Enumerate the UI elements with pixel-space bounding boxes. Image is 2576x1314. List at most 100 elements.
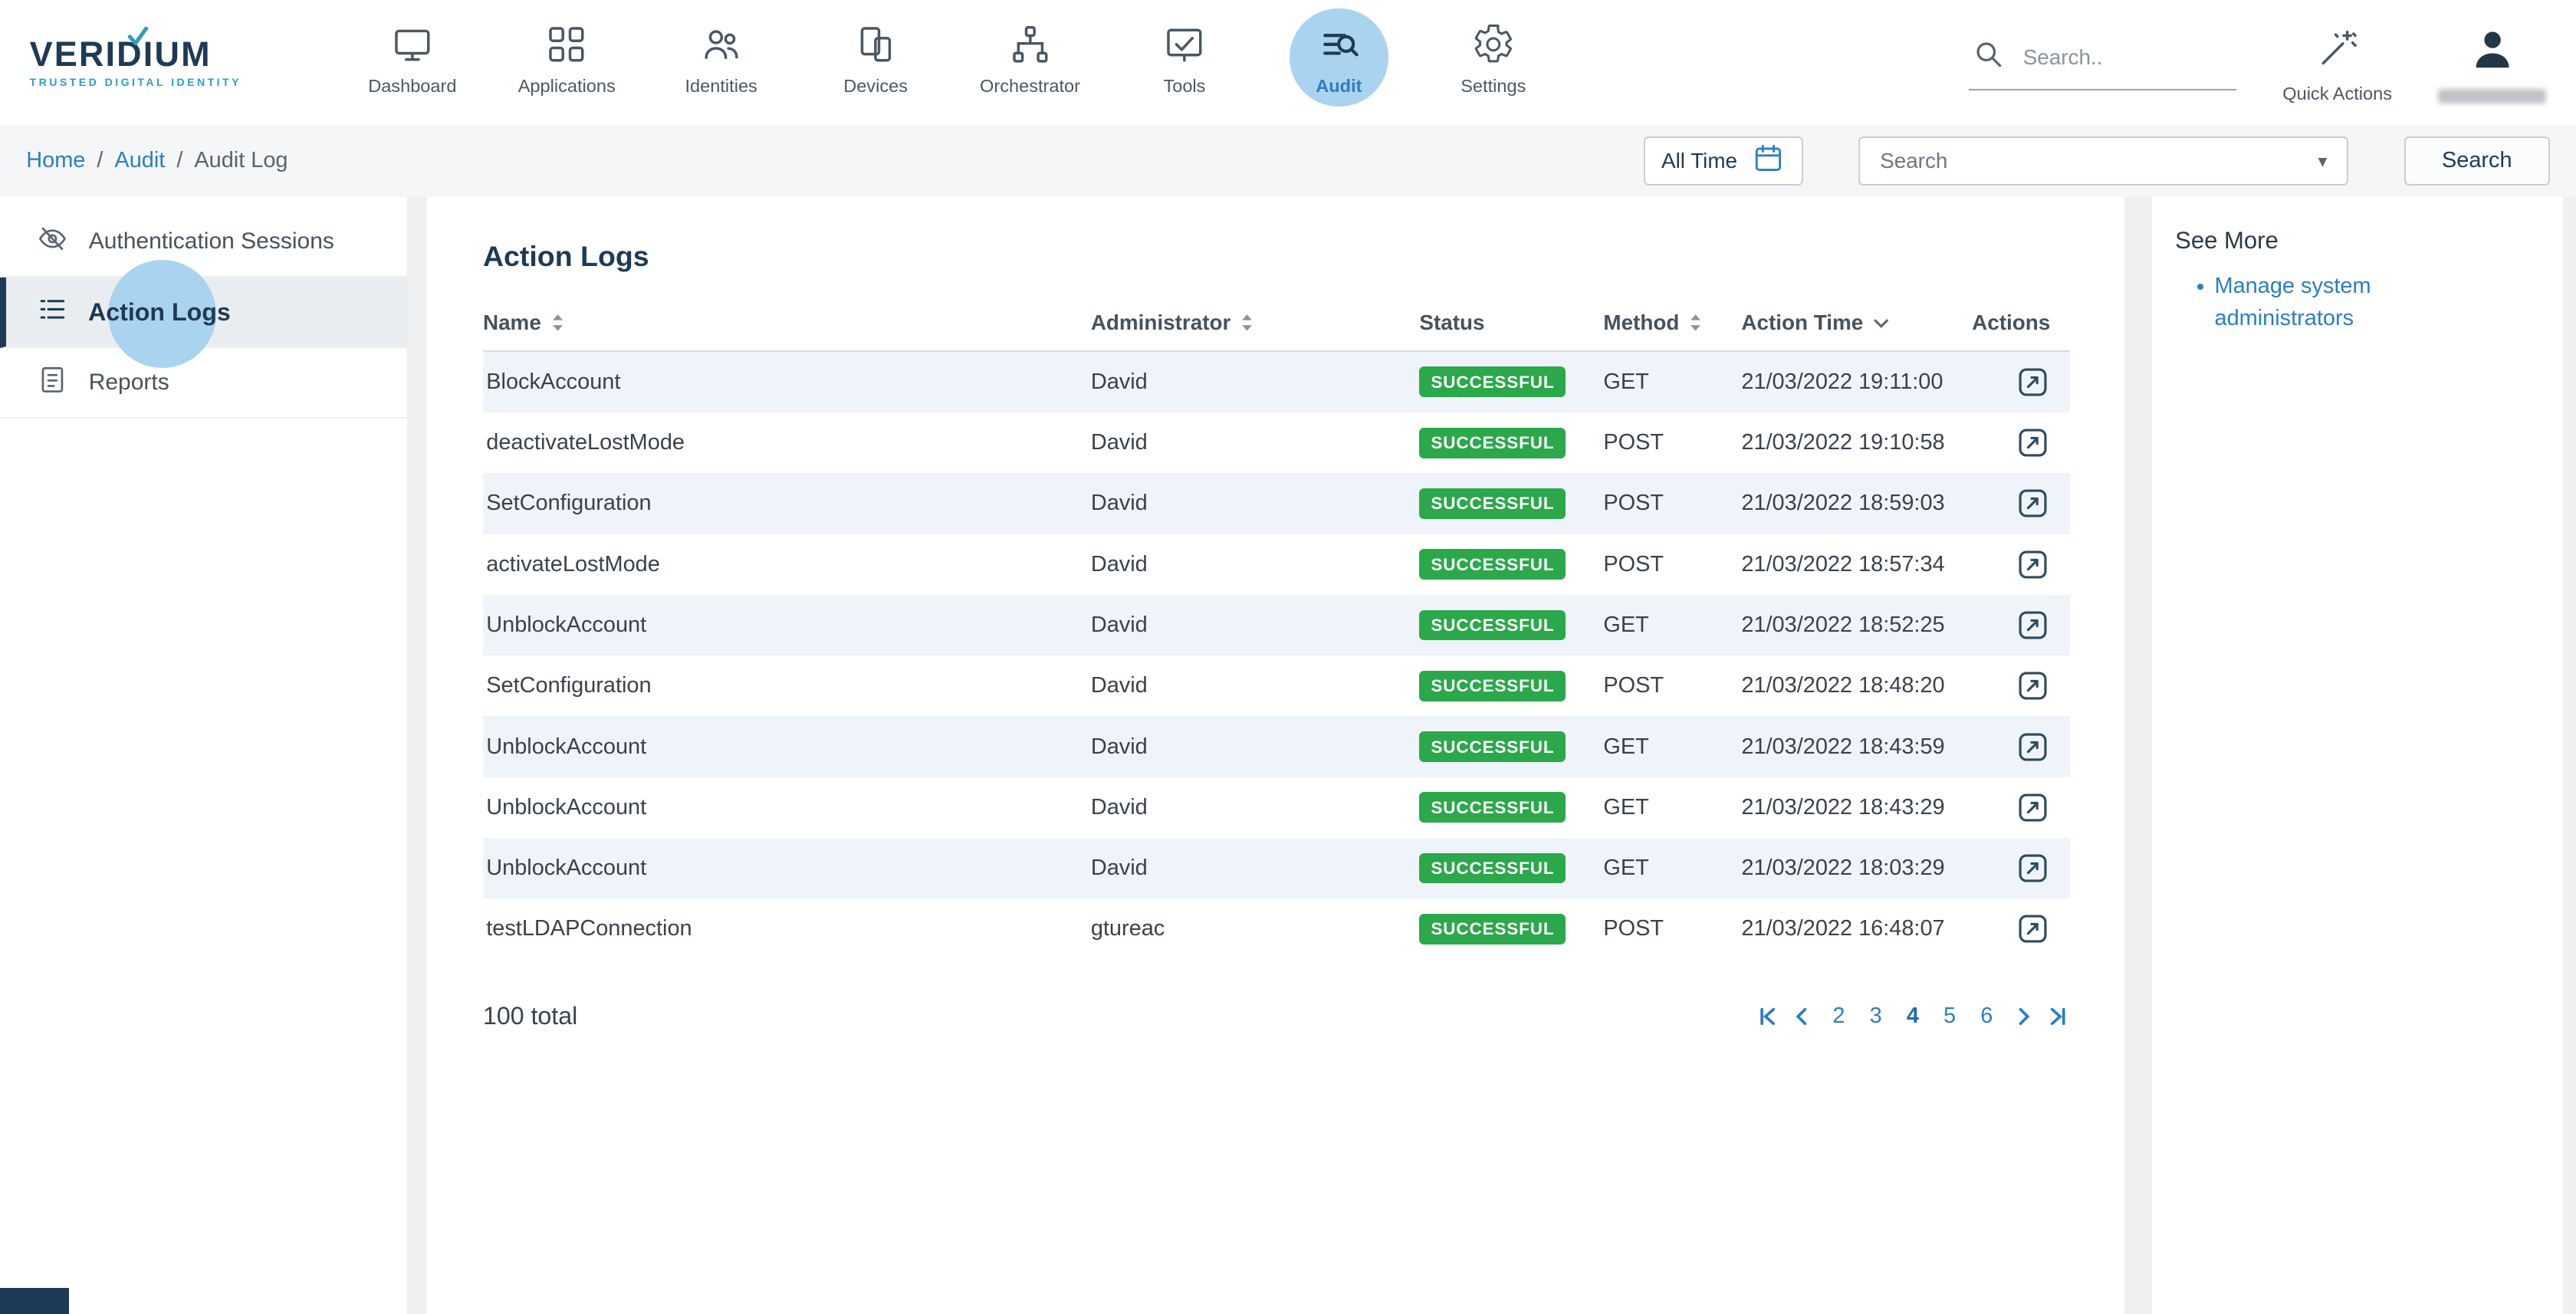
- cell-name: testLDAPConnection: [483, 916, 1091, 941]
- status-badge: SUCCESSFUL: [1419, 366, 1566, 397]
- sort-icon: [551, 313, 564, 333]
- column-header-name[interactable]: Name: [483, 310, 1091, 335]
- nav-item-dashboard[interactable]: Dashboard: [335, 0, 489, 125]
- cell-name: BlockAccount: [483, 370, 1091, 395]
- table-row[interactable]: deactivateLostMode David SUCCESSFUL POST…: [483, 412, 2070, 473]
- breadcrumb-current: Audit Log: [194, 148, 288, 173]
- column-label: Administrator: [1091, 310, 1231, 335]
- breadcrumb: Home / Audit / Audit Log: [26, 148, 288, 173]
- cell-method: GET: [1603, 370, 1741, 395]
- page-number[interactable]: 4: [1901, 1004, 1924, 1029]
- cell-administrator: David: [1091, 430, 1420, 455]
- cell-administrator: David: [1091, 613, 1420, 638]
- quick-actions-button[interactable]: Quick Actions: [2282, 21, 2392, 104]
- cell-administrator: gtureac: [1091, 916, 1420, 941]
- cell-administrator: David: [1091, 734, 1420, 760]
- cell-method: GET: [1603, 613, 1741, 638]
- page-number[interactable]: 6: [1976, 1004, 1998, 1029]
- nav-item-applications[interactable]: Applications: [490, 0, 644, 125]
- first-page-button[interactable]: [1756, 1006, 1777, 1027]
- user-avatar-icon: [2468, 25, 2517, 80]
- total-count: 100 total: [483, 1002, 577, 1030]
- cell-method: POST: [1603, 916, 1741, 941]
- cell-action-time: 21/03/2022 18:43:29: [1741, 795, 1971, 820]
- nav-item-devices[interactable]: Devices: [798, 0, 952, 125]
- column-header-status: Status: [1419, 310, 1603, 335]
- nav-label: Settings: [1460, 76, 1526, 97]
- previous-page-button[interactable]: [1792, 1006, 1813, 1027]
- brand-tagline: TRUSTED DIGITAL IDENTITY: [30, 76, 276, 88]
- column-label: Actions: [1972, 310, 2050, 335]
- quick-actions-label: Quick Actions: [2282, 84, 2392, 104]
- nav-label: Devices: [843, 76, 908, 97]
- sidebar-item-reports[interactable]: Reports: [0, 348, 407, 419]
- brand-name: VERIDIUM: [30, 34, 212, 74]
- nav-item-tools[interactable]: Tools: [1107, 0, 1261, 125]
- nav-item-identities[interactable]: Identities: [644, 0, 798, 125]
- cell-action-time: 21/03/2022 18:52:25: [1741, 613, 1971, 638]
- view-log-details-icon[interactable]: [2016, 851, 2050, 885]
- nav-item-audit[interactable]: Audit: [1262, 0, 1416, 125]
- view-log-details-icon[interactable]: [2016, 365, 2050, 399]
- manage-system-administrators-link[interactable]: Manage system administrators: [2215, 274, 2371, 330]
- cell-method: POST: [1603, 491, 1741, 516]
- table-row[interactable]: UnblockAccount David SUCCESSFUL GET 21/0…: [483, 595, 2070, 655]
- cell-method: GET: [1603, 734, 1741, 760]
- status-badge: SUCCESSFUL: [1419, 671, 1566, 701]
- chevron-down-icon: ▾: [2318, 150, 2327, 172]
- cell-name: SetConfiguration: [483, 491, 1091, 516]
- view-log-details-icon[interactable]: [2016, 547, 2050, 582]
- table-row[interactable]: testLDAPConnection gtureac SUCCESSFUL PO…: [483, 898, 2070, 959]
- table-row[interactable]: UnblockAccount David SUCCESSFUL GET 21/0…: [483, 716, 2070, 777]
- sidebar-item-action-logs[interactable]: Action Logs: [0, 278, 407, 348]
- veridium-logo[interactable]: VERIDIUM TRUSTED DIGITAL IDENTITY: [30, 37, 276, 88]
- audit-icon: [1318, 21, 1361, 67]
- table-row[interactable]: UnblockAccount David SUCCESSFUL GET 21/0…: [483, 838, 2070, 898]
- breadcrumb-audit[interactable]: Audit: [114, 148, 165, 173]
- cell-administrator: David: [1091, 856, 1420, 881]
- magic-wand-icon: [2316, 28, 2359, 77]
- topbar-right-cluster: Quick Actions: [1969, 21, 2546, 104]
- last-page-button[interactable]: [2049, 1006, 2070, 1027]
- next-page-button[interactable]: [2013, 1006, 2034, 1027]
- table-row[interactable]: SetConfiguration David SUCCESSFUL POST 2…: [483, 473, 2070, 534]
- search-type-select[interactable]: Search ▾: [1858, 136, 2348, 186]
- column-header-administrator[interactable]: Administrator: [1091, 310, 1420, 335]
- logo-check-icon: [127, 27, 150, 47]
- view-log-details-icon[interactable]: [2016, 668, 2050, 703]
- view-log-details-icon[interactable]: [2016, 425, 2050, 460]
- view-log-details-icon[interactable]: [2016, 912, 2050, 946]
- status-badge: SUCCESSFUL: [1419, 610, 1566, 641]
- sidebar-item-authentication-sessions[interactable]: Authentication Sessions: [0, 207, 407, 278]
- tools-icon: [1163, 21, 1206, 67]
- column-header-actions: Actions: [1971, 310, 2070, 335]
- view-log-details-icon[interactable]: [2016, 730, 2050, 764]
- user-menu[interactable]: [2438, 21, 2546, 104]
- page-number[interactable]: 3: [1865, 1004, 1887, 1029]
- page-number[interactable]: 2: [1828, 1004, 1850, 1029]
- view-log-details-icon[interactable]: [2016, 608, 2050, 642]
- table-row[interactable]: BlockAccount David SUCCESSFUL GET 21/03/…: [483, 352, 2070, 412]
- view-log-details-icon[interactable]: [2016, 486, 2050, 521]
- sidebar-collapse-handle[interactable]: [0, 1288, 69, 1314]
- nav-item-orchestrator[interactable]: Orchestrator: [953, 0, 1107, 125]
- page-number[interactable]: 5: [1939, 1004, 1961, 1029]
- column-header-action-time[interactable]: Action Time: [1741, 310, 1971, 335]
- table-row[interactable]: SetConfiguration David SUCCESSFUL POST 2…: [483, 655, 2070, 716]
- search-button[interactable]: Search: [2404, 136, 2550, 186]
- cell-action-time: 21/03/2022 18:43:59: [1741, 734, 1971, 760]
- breadcrumb-toolbar: All Time Search ▾ Search: [1644, 136, 2550, 186]
- cell-action-time: 21/03/2022 18:48:20: [1741, 673, 1971, 698]
- table-row[interactable]: UnblockAccount David SUCCESSFUL GET 21/0…: [483, 777, 2070, 838]
- global-search-input[interactable]: [2019, 44, 2233, 71]
- view-log-details-icon[interactable]: [2016, 790, 2050, 825]
- breadcrumb-home[interactable]: Home: [26, 148, 85, 173]
- nav-item-settings[interactable]: Settings: [1416, 0, 1570, 125]
- column-header-method[interactable]: Method: [1603, 310, 1741, 335]
- table-header: Name Administrator Status Method Action …: [483, 296, 2070, 352]
- cell-method: POST: [1603, 552, 1741, 577]
- applications-icon: [545, 21, 588, 67]
- table-row[interactable]: activateLostMode David SUCCESSFUL POST 2…: [483, 534, 2070, 595]
- time-filter-button[interactable]: All Time: [1644, 136, 1803, 186]
- cell-name: UnblockAccount: [483, 795, 1091, 820]
